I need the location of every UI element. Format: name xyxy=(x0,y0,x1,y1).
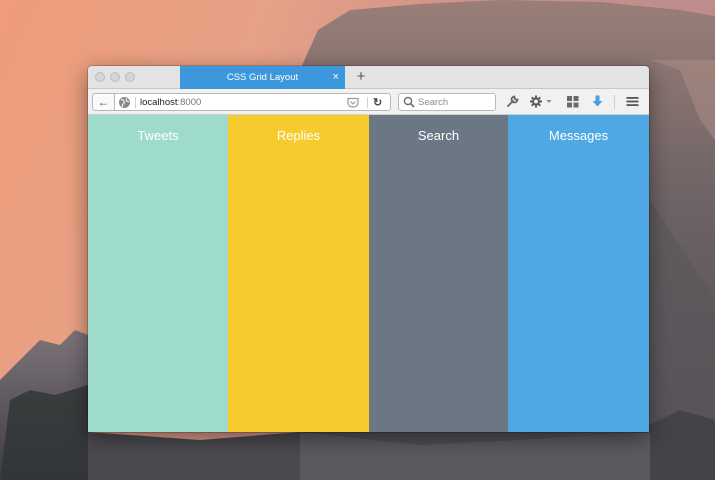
browser-window: CSS Grid Layout × + ← localhost:8000 ↻ S… xyxy=(88,66,649,432)
gear-icon[interactable] xyxy=(529,94,544,109)
minimize-window-button[interactable] xyxy=(110,72,120,82)
column-replies: Replies xyxy=(228,115,369,432)
tab-close-icon[interactable]: × xyxy=(333,71,339,83)
url-separator-2 xyxy=(367,97,368,108)
column-messages-heading: Messages xyxy=(548,128,609,143)
column-search-heading: Search xyxy=(417,128,460,143)
page-content-grid: Tweets Replies Search Messages xyxy=(88,115,649,432)
menu-icon[interactable] xyxy=(625,94,640,109)
url-bar[interactable]: localhost:8000 ↻ xyxy=(115,93,391,111)
download-icon[interactable] xyxy=(590,94,605,109)
back-button[interactable]: ← xyxy=(92,93,115,111)
column-search: Search xyxy=(369,115,508,432)
navigation-toolbar: ← localhost:8000 ↻ xyxy=(88,89,649,115)
search-bar[interactable] xyxy=(398,93,496,111)
tab-strip: CSS Grid Layout × + xyxy=(88,66,649,89)
column-messages: Messages xyxy=(508,115,649,432)
url-text[interactable]: localhost:8000 xyxy=(140,97,201,108)
chevron-down-icon[interactable] xyxy=(545,94,553,109)
pocket-icon[interactable] xyxy=(347,97,359,108)
zoom-window-button[interactable] xyxy=(125,72,135,82)
wrench-icon[interactable] xyxy=(505,94,520,109)
close-window-button[interactable] xyxy=(95,72,105,82)
globe-icon[interactable] xyxy=(118,96,131,109)
search-input[interactable] xyxy=(418,96,492,108)
search-icon xyxy=(403,96,415,108)
url-separator xyxy=(135,97,136,108)
toolbar-separator xyxy=(614,95,615,109)
new-tab-button[interactable]: + xyxy=(353,68,369,86)
grid-icon[interactable] xyxy=(565,94,580,109)
tab-title: CSS Grid Layout xyxy=(226,72,299,83)
column-tweets: Tweets xyxy=(88,115,228,432)
url-port: :8000 xyxy=(177,97,202,108)
url-host: localhost xyxy=(140,97,178,108)
reload-icon[interactable]: ↻ xyxy=(373,96,382,109)
column-replies-heading: Replies xyxy=(276,128,321,143)
column-tweets-heading: Tweets xyxy=(137,128,179,143)
back-arrow-icon: ← xyxy=(97,95,110,109)
tab-css-grid-layout[interactable]: CSS Grid Layout × xyxy=(180,66,345,89)
